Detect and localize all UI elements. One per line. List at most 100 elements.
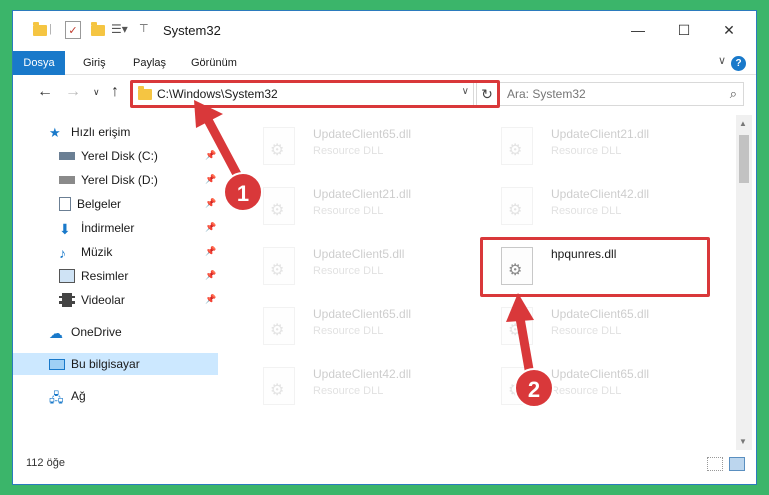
pictures-icon <box>59 269 75 283</box>
help-icon[interactable]: ? <box>731 56 746 71</box>
download-icon: ⬇ <box>59 221 71 237</box>
forward-arrow-icon[interactable]: → <box>65 83 81 101</box>
list-item[interactable]: UpdateClient65.dll Resource DLL <box>479 301 709 353</box>
computer-icon <box>49 358 65 370</box>
file-type: Resource DLL <box>551 145 622 157</box>
file-name: UpdateClient21.dll <box>551 127 650 141</box>
file-name: UpdateClient65.dll <box>313 307 412 321</box>
properties-icon[interactable]: ✓ <box>65 21 81 39</box>
file-type: Resource DLL <box>313 325 384 337</box>
search-box[interactable]: ⌕ <box>498 82 744 106</box>
file-name: UpdateClient42.dll <box>313 367 412 381</box>
file-type: Resource DLL <box>551 325 622 337</box>
sidebar-item-label: Resimler <box>81 269 129 283</box>
file-type: Resource DLL <box>313 145 384 157</box>
sidebar-item-label: Bu bilgisayar <box>71 357 140 371</box>
maximize-button[interactable]: ☐ <box>669 19 699 41</box>
close-button[interactable]: ✕ <box>714 19 744 41</box>
scroll-thumb[interactable] <box>739 135 749 183</box>
scroll-up-icon[interactable]: ▲ <box>739 119 747 128</box>
file-type: Resource DLL <box>313 265 384 277</box>
file-name: UpdateClient42.dll <box>551 187 650 201</box>
address-highlight-box <box>130 80 500 108</box>
ribbon: Dosya Giriş Paylaş Görünüm ∨ ? <box>13 51 756 75</box>
search-icon[interactable]: ⌕ <box>730 86 737 102</box>
item-count: 112 öğe <box>26 457 65 469</box>
star-icon: ★ <box>49 125 61 140</box>
cloud-icon: ☁ <box>49 325 63 341</box>
sidebar-item-videos[interactable]: Videolar 📌 <box>13 289 218 311</box>
sidebar-item-label: Videolar <box>81 293 125 307</box>
folder-icon[interactable] <box>33 22 47 36</box>
expand-ribbon-icon[interactable]: ∨ <box>718 54 726 67</box>
tab-view[interactable]: Görünüm <box>183 51 245 75</box>
sidebar-item-downloads[interactable]: ⬇ İndirmeler 📌 <box>13 217 218 239</box>
pin-icon[interactable]: 📌 <box>205 222 216 233</box>
sidebar-item-label: Yerel Disk (D:) <box>81 173 158 187</box>
sidebar-item-network[interactable]: 🖧 Ağ <box>13 385 218 407</box>
sidebar-item-quick-access[interactable]: ★ Hızlı erişim <box>13 121 218 143</box>
file-name: UpdateClient21.dll <box>313 187 412 201</box>
back-arrow-icon[interactable]: ← <box>37 83 53 101</box>
file-type: Resource DLL <box>313 385 384 397</box>
list-item[interactable]: UpdateClient21.dll Resource DLL <box>479 121 709 173</box>
list-item[interactable]: UpdateClient5.dll Resource DLL <box>241 241 471 293</box>
tab-home[interactable]: Giriş <box>75 51 114 75</box>
pin-icon[interactable]: 📌 <box>205 270 216 281</box>
sidebar-item-this-pc[interactable]: Bu bilgisayar <box>13 353 218 375</box>
step-2-badge: 2 <box>514 368 554 408</box>
large-icons-view-icon[interactable] <box>729 457 745 471</box>
dll-file-icon <box>263 247 295 285</box>
sidebar-item-pictures[interactable]: Resimler 📌 <box>13 265 218 287</box>
tab-share[interactable]: Paylaş <box>125 51 174 75</box>
document-icon <box>59 197 71 211</box>
video-icon <box>59 293 75 307</box>
dll-file-icon <box>501 127 533 165</box>
details-view-icon[interactable] <box>707 457 723 471</box>
sidebar-item-onedrive[interactable]: ☁ OneDrive <box>13 321 218 343</box>
sidebar-item-label: Belgeler <box>77 197 122 211</box>
file-type: Resource DLL <box>313 205 384 217</box>
file-type: Resource DLL <box>551 385 622 397</box>
file-name: UpdateClient65.dll <box>313 127 412 141</box>
recent-locations-icon[interactable]: ∨ <box>93 87 100 98</box>
dll-file-icon <box>501 307 533 345</box>
sidebar-item-label: Müzik <box>81 245 113 259</box>
dll-file-icon <box>263 367 295 405</box>
pin-icon[interactable]: 📌 <box>205 198 216 209</box>
dll-file-icon <box>263 127 295 165</box>
sidebar-item-local-disk-d[interactable]: Yerel Disk (D:) 📌 <box>13 169 218 191</box>
status-bar: 112 öğe <box>13 453 756 477</box>
sidebar-item-music[interactable]: ♪ Müzik 📌 <box>13 241 218 263</box>
sidebar-item-local-disk-c[interactable]: Yerel Disk (C:) 📌 <box>13 145 218 167</box>
view-options-icon[interactable]: ☰▾ <box>111 22 128 36</box>
list-item[interactable]: UpdateClient65.dll Resource DLL <box>241 121 471 173</box>
new-folder-icon[interactable] <box>91 22 105 36</box>
network-icon: 🖧 <box>49 390 64 405</box>
pin-icon[interactable]: 📌 <box>205 150 216 161</box>
sidebar-item-label: Yerel Disk (C:) <box>81 149 158 163</box>
window-title: System32 <box>163 23 221 38</box>
sidebar-item-documents[interactable]: Belgeler 📌 <box>13 193 218 215</box>
list-item[interactable]: UpdateClient21.dll Resource DLL <box>241 181 471 233</box>
vertical-scrollbar[interactable]: ▲ ▼ <box>736 115 752 450</box>
pin-icon[interactable]: 📌 <box>205 294 216 305</box>
list-item[interactable]: UpdateClient65.dll Resource DLL <box>241 301 471 353</box>
tab-file[interactable]: Dosya <box>13 51 65 75</box>
pin-icon[interactable]: 📌 <box>205 246 216 257</box>
list-item[interactable]: UpdateClient42.dll Resource DLL <box>241 361 471 413</box>
customize-quick-access-icon[interactable]: ⊤ <box>139 22 149 35</box>
pin-icon[interactable]: 📌 <box>205 174 216 185</box>
minimize-button[interactable]: — <box>623 19 653 41</box>
dll-file-icon <box>263 307 295 345</box>
scroll-down-icon[interactable]: ▼ <box>739 437 747 446</box>
explorer-window: | ✓ ☰▾ ⊤ System32 — ☐ ✕ Dosya Giriş Payl… <box>12 10 757 485</box>
up-arrow-icon[interactable]: ↑ <box>111 83 119 101</box>
sidebar-item-label: OneDrive <box>71 325 122 339</box>
title-bar: | ✓ ☰▾ ⊤ System32 — ☐ ✕ <box>13 11 756 51</box>
dll-file-icon <box>263 187 295 225</box>
search-input[interactable] <box>507 87 707 101</box>
list-item[interactable]: UpdateClient42.dll Resource DLL <box>479 181 709 233</box>
step-1-badge: 1 <box>223 172 263 212</box>
dll-file-icon <box>501 187 533 225</box>
